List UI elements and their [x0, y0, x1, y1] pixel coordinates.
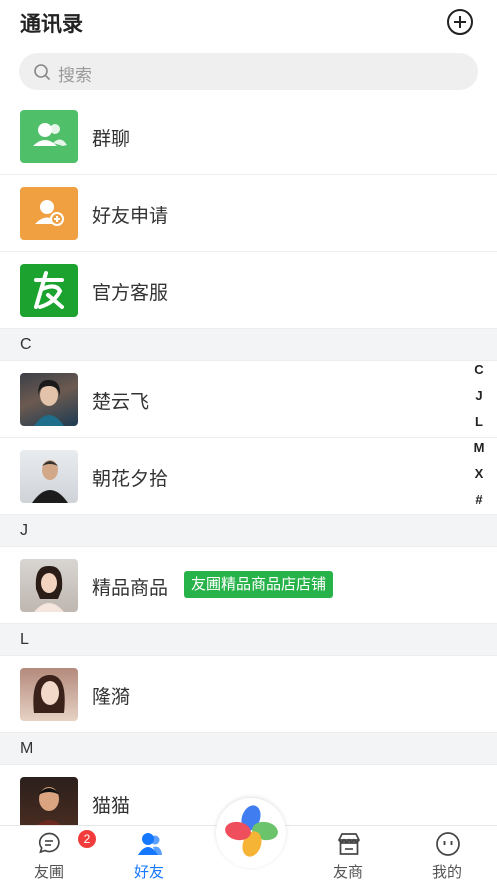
tab-label: 友商	[332, 864, 363, 881]
tab-label: 我的	[431, 864, 462, 881]
pinwheel-icon	[225, 805, 278, 857]
section-header-c: C	[0, 329, 497, 361]
contact-name: 隆漪	[92, 687, 131, 708]
contact-name: 猫猫	[92, 796, 131, 817]
avatar	[20, 777, 78, 830]
contact-row[interactable]: 隆漪	[0, 656, 497, 733]
group-chat-label: 群聊	[92, 129, 131, 150]
index-letter[interactable]: L	[468, 412, 490, 438]
tab-label: 好友	[133, 864, 164, 881]
avatar	[20, 450, 78, 503]
official-service-item[interactable]: 官方客服	[0, 252, 497, 329]
section-header-j: J	[0, 515, 497, 547]
page-title: 通讯录	[20, 13, 83, 36]
header: 通讯录	[0, 0, 497, 46]
contact-name: 朝花夕拾	[92, 469, 169, 490]
you-logo-icon	[20, 264, 78, 317]
index-letter[interactable]: #	[468, 490, 490, 516]
section-header-l: L	[0, 624, 497, 656]
index-letter[interactable]: C	[468, 360, 490, 386]
avatar	[20, 668, 78, 721]
tab-label: 友圃	[33, 864, 64, 881]
official-service-label: 官方客服	[92, 283, 169, 304]
avatar	[20, 373, 78, 426]
contact-name: 楚云飞	[92, 392, 150, 413]
unread-badge: 2	[78, 830, 96, 848]
contact-row[interactable]: 朝花夕拾	[0, 438, 497, 515]
chat-bubble-icon	[38, 832, 60, 854]
index-letter[interactable]: J	[468, 386, 490, 412]
tab-friends[interactable]: 好友	[114, 826, 184, 883]
friend-request-item[interactable]: 好友申请	[0, 175, 497, 252]
friend-request-label: 好友申请	[92, 206, 169, 227]
center-action-button[interactable]	[216, 798, 286, 868]
group-users-icon	[20, 110, 78, 163]
group-chat-item[interactable]: 群聊	[0, 98, 497, 175]
smiley-icon	[436, 832, 460, 856]
store-icon	[338, 833, 360, 855]
index-letter[interactable]: M	[468, 438, 490, 464]
section-header-m: M	[0, 733, 497, 765]
search-icon	[34, 64, 51, 81]
shop-tag: 友圃精品商品店店铺	[184, 571, 334, 598]
tab-moments[interactable]: 2 友圃	[14, 826, 96, 883]
add-friend-icon	[20, 187, 78, 240]
search-input[interactable]: 搜索	[19, 53, 478, 90]
alphabet-index[interactable]: C J L M X #	[468, 360, 490, 516]
tab-shops[interactable]: 友商	[313, 826, 383, 883]
avatar	[20, 559, 78, 612]
plus-circle-icon[interactable]	[446, 8, 474, 36]
contact-list: 群聊 好友申请 官方客服 C 楚云飞 朝花夕拾 J 精品商品 友圃精品商品店店铺…	[0, 98, 497, 842]
contact-row[interactable]: 精品商品 友圃精品商品店店铺	[0, 547, 497, 624]
contacts-icon	[138, 833, 162, 855]
contact-name: 精品商品	[92, 578, 169, 599]
index-letter[interactable]: X	[468, 464, 490, 490]
contact-row[interactable]: 楚云飞	[0, 361, 497, 438]
search-placeholder: 搜索	[58, 66, 92, 85]
tab-me[interactable]: 我的	[412, 826, 482, 883]
